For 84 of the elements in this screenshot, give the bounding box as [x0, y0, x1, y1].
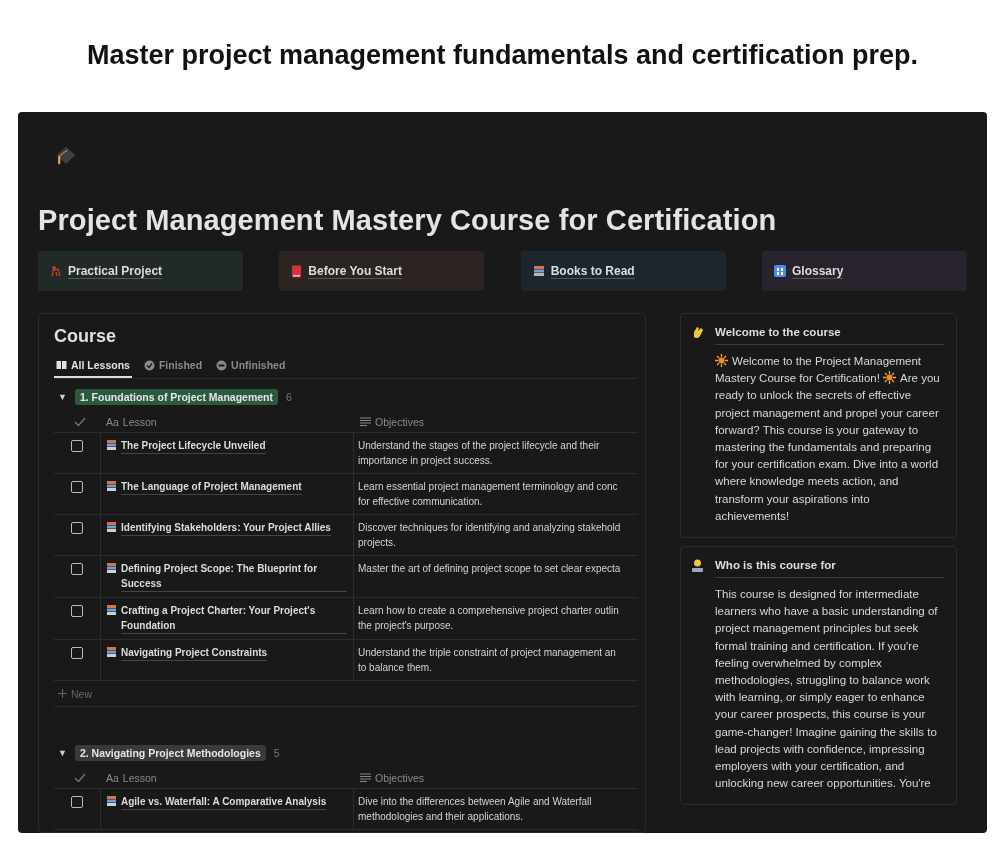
- person-laptop-icon: [691, 559, 704, 574]
- lesson-title: Navigating Project Constraints: [121, 645, 268, 661]
- callout-text: This course is designed for intermediate learners who have a basic understanding of project management principles but seek formal training and certification. If you're feeling overwhelmed by complex methodologies, struggling to balance work with learning, or simply eager to enhance your career prospects, this course is your game-changer! Imagine gaining the skills to lead projects with confidence, impressing employers with your certification, and unlocking new career opportunities. You're: [715, 587, 939, 792]
- page-headline: Master project management fundamentals and certification prep.: [86, 40, 919, 72]
- lesson-cell[interactable]: Defining Project Scope: The Blueprint for Success: [100, 556, 354, 598]
- checkbox[interactable]: [71, 522, 83, 534]
- column-label: Lesson: [122, 771, 157, 784]
- books-icon: [107, 605, 116, 615]
- lines-icon: [360, 773, 371, 782]
- checkbox[interactable]: [71, 647, 83, 659]
- column-label: Lesson: [122, 415, 157, 428]
- lines-icon: [360, 417, 371, 426]
- callout-title: Who is this course for: [715, 559, 944, 579]
- group-count: 5: [273, 747, 280, 759]
- lesson-title: Defining Project Scope: The Blueprint for Success: [121, 561, 347, 592]
- books-icon: [107, 481, 116, 491]
- minus-circle-icon: [216, 359, 228, 371]
- lesson-cell[interactable]: The Project Lifecycle Unveiled: [100, 433, 354, 474]
- books-icon: [107, 647, 116, 657]
- page-title: Project Management Mastery Course for Certification: [38, 204, 778, 237]
- book-icon: [56, 360, 67, 370]
- books-icon: [107, 563, 116, 573]
- books-icon: [107, 522, 116, 532]
- course-title: Course: [54, 326, 117, 347]
- books-icon: [107, 440, 116, 450]
- objective-cell: Understand the stages of the project lifecycle and their importance in project success.: [354, 433, 638, 474]
- view-tab[interactable]: All Lessons: [54, 355, 132, 378]
- plus-icon: [58, 689, 67, 698]
- text-type-icon: Aa: [106, 415, 119, 428]
- view-tab[interactable]: Unfinished: [214, 355, 288, 378]
- objective-cell: Dive into the differences between Agile and Waterfall methodologies and their applications.: [354, 789, 638, 830]
- page-link[interactable]: Practical Project: [38, 251, 243, 291]
- figure-icon: [50, 265, 62, 277]
- group-tag: 1. Foundations of Project Management: [74, 389, 279, 405]
- column-header[interactable]: Aa Lesson: [100, 411, 354, 433]
- callout-text: ready to unlock the secrets of effective project management and propel your career forward? This course is your gateway to mastering the fundamentals and preparing for your certification exam. Dive into a world where knowledge meets action, and transform your aspirations into achievements!: [715, 388, 940, 524]
- group-toggle[interactable]: ▼: [58, 392, 67, 402]
- checkbox[interactable]: [71, 605, 83, 617]
- column-header[interactable]: Aa Lesson: [100, 767, 354, 789]
- objective-cell: Discover techniques for identifying and analyzing stakehold projects.: [354, 515, 638, 556]
- lesson-cell[interactable]: The Language of Project Management: [100, 474, 354, 515]
- column-header[interactable]: Objectives: [354, 411, 638, 433]
- sun-icon: [715, 354, 728, 367]
- checkbox[interactable]: [71, 563, 83, 575]
- check-icon: [74, 772, 86, 783]
- checkbox[interactable]: [71, 796, 83, 808]
- lesson-title: Identifying Stakeholders: Your Project Allies: [121, 520, 331, 536]
- check-icon: [74, 416, 86, 427]
- group-count: 6: [286, 391, 292, 403]
- group-tag: 2. Navigating Project Methodologies: [74, 745, 266, 761]
- group-toggle[interactable]: ▼: [58, 748, 67, 758]
- objective-cell: Master the art of defining project scope to set clear expecta: [354, 556, 638, 598]
- book-icon: [291, 264, 303, 278]
- check-badge-icon: [143, 359, 155, 371]
- books-icon: [532, 265, 545, 277]
- lesson-cell[interactable]: Agile vs. Waterfall: A Comparative Analysis: [100, 789, 354, 830]
- callout-title: Welcome to the course: [715, 326, 944, 345]
- page-link[interactable]: Glossary: [762, 251, 967, 291]
- books-icon: [107, 796, 116, 806]
- callout-text: Welcome to the Project Management: [732, 355, 921, 367]
- page-link[interactable]: Before You Start: [279, 251, 485, 291]
- column-header[interactable]: Objectives: [354, 767, 638, 789]
- sun-icon: [883, 371, 897, 385]
- checkbox[interactable]: [71, 440, 83, 452]
- lesson-cell[interactable]: Identifying Stakeholders: Your Project Allies: [100, 515, 354, 556]
- lesson-title: Agile vs. Waterfall: A Comparative Analysis: [121, 794, 327, 810]
- view-tab[interactable]: Finished: [141, 355, 205, 378]
- lesson-cell[interactable]: Navigating Project Constraints: [100, 640, 354, 681]
- objective-cell: Understand the triple constraint of project management an to balance them.: [354, 640, 638, 681]
- callout-text: Are you: [900, 372, 940, 385]
- column-label: Objectives: [375, 771, 425, 784]
- lesson-title: The Language of Project Management: [121, 479, 302, 495]
- lesson-cell[interactable]: Crafting a Project Charter: Your Project's Foundation: [100, 598, 354, 640]
- lesson-title: Crafting a Project Charter: Your Project's Foundation: [121, 603, 347, 634]
- objective-cell: Learn essential project management terminology and conc for effective communication.: [354, 474, 638, 515]
- checkbox[interactable]: [71, 481, 83, 493]
- objective-cell: Learn how to create a comprehensive project charter outlin the project's purpose.: [354, 598, 638, 640]
- callout-text: Mastery Course for Certification!: [715, 372, 880, 385]
- page-link[interactable]: Books to Read: [520, 251, 726, 291]
- waving-hand-icon: [691, 326, 704, 340]
- column-label: Objectives: [375, 415, 425, 428]
- letters-icon: [774, 265, 786, 277]
- lesson-title: The Project Lifecycle Unveiled: [121, 438, 266, 454]
- text-type-icon: Aa: [106, 771, 119, 784]
